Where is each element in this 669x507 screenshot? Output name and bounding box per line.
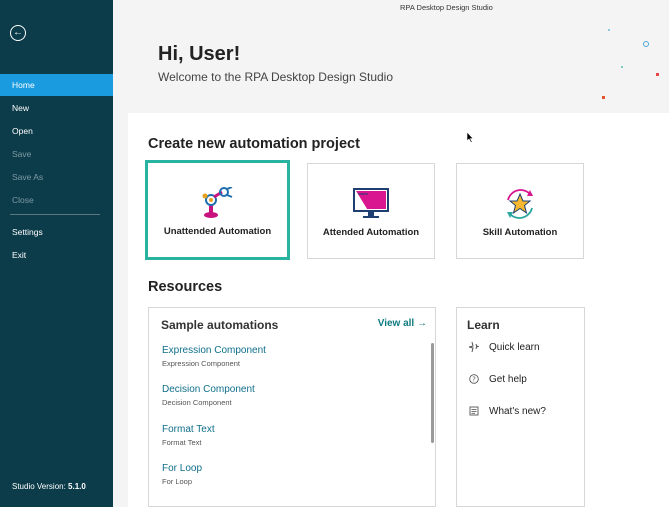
sample-subtitle: Format Text <box>162 438 202 447</box>
learn-item-get-help[interactable]: ? Get help <box>467 372 527 386</box>
sidebar-item-home[interactable]: Home <box>0 74 113 96</box>
list-item: Decision Component Decision Component <box>162 384 255 407</box>
learn-item-label: What's new? <box>489 405 546 417</box>
studio-version: Studio Version: 5.1.0 <box>12 482 86 491</box>
sample-subtitle: Expression Component <box>162 359 240 368</box>
create-section-title: Create new automation project <box>148 136 360 152</box>
learn-item-label: Get help <box>489 373 527 385</box>
list-item: Format Text Format Text <box>162 424 215 447</box>
learn-panel: Learn Quick learn ? Get help What's new? <box>456 307 585 507</box>
learn-item-quick-learn[interactable]: Quick learn <box>467 340 540 354</box>
svg-text:?: ? <box>472 375 476 383</box>
learn-item-label: Quick learn <box>489 341 540 353</box>
back-arrow-icon[interactable]: ← <box>10 25 26 41</box>
sidebar-item-save: Save <box>12 149 32 159</box>
list-item: Expression Component Expression Componen… <box>162 345 266 368</box>
star-cycle-icon <box>502 186 538 227</box>
sidebar-item-new[interactable]: New <box>0 97 113 119</box>
samples-scrollbar[interactable] <box>431 343 434 443</box>
sample-subtitle: For Loop <box>162 477 193 486</box>
card-label: Skill Automation <box>482 227 558 238</box>
sidebar-item-open[interactable]: Open <box>0 120 113 142</box>
sample-link[interactable]: Format Text <box>162 424 215 435</box>
learn-item-whats-new[interactable]: What's new? <box>467 404 546 418</box>
version-value: 5.1.0 <box>68 482 86 491</box>
sample-subtitle: Decision Component <box>162 398 232 407</box>
confetti-decoration <box>600 25 669 105</box>
sidebar: ← Home New Open Save Save As Close Setti… <box>0 0 113 507</box>
version-label: Studio Version: <box>12 482 66 491</box>
sidebar-item-close: Close <box>12 195 34 205</box>
sidebar-divider <box>10 214 100 215</box>
sparkle-icon <box>467 340 481 354</box>
sample-link[interactable]: For Loop <box>162 463 202 474</box>
greeting-heading: Hi, User! <box>158 43 241 65</box>
card-label: Unattended Automation <box>163 226 272 237</box>
learn-title: Learn <box>467 318 500 332</box>
skill-automation-card[interactable]: Skill Automation <box>456 163 584 259</box>
question-icon: ? <box>467 372 481 386</box>
unattended-automation-card[interactable]: Unattended Automation <box>145 160 290 260</box>
news-icon <box>467 404 481 418</box>
resources-section-title: Resources <box>148 279 223 295</box>
sidebar-item-save-as: Save As <box>12 172 44 182</box>
welcome-text: Welcome to the RPA Desktop Design Studio <box>158 70 394 84</box>
attended-automation-card[interactable]: Attended Automation <box>307 163 435 259</box>
robot-arm-icon <box>201 186 235 224</box>
sample-link[interactable]: Decision Component <box>162 384 255 395</box>
view-all-link[interactable]: View all → <box>378 318 427 329</box>
monitor-icon <box>353 188 389 225</box>
list-item: For Loop For Loop <box>162 463 202 486</box>
sample-link[interactable]: Expression Component <box>162 345 266 356</box>
sidebar-item-exit[interactable]: Exit <box>0 244 113 266</box>
sidebar-item-settings[interactable]: Settings <box>0 221 113 243</box>
sample-automations-title: Sample automations <box>161 318 279 332</box>
sample-automations-panel: Sample automations View all → Expression… <box>148 307 436 507</box>
card-label: Attended Automation <box>322 227 420 238</box>
window-title: RPA Desktop Design Studio <box>400 3 493 12</box>
